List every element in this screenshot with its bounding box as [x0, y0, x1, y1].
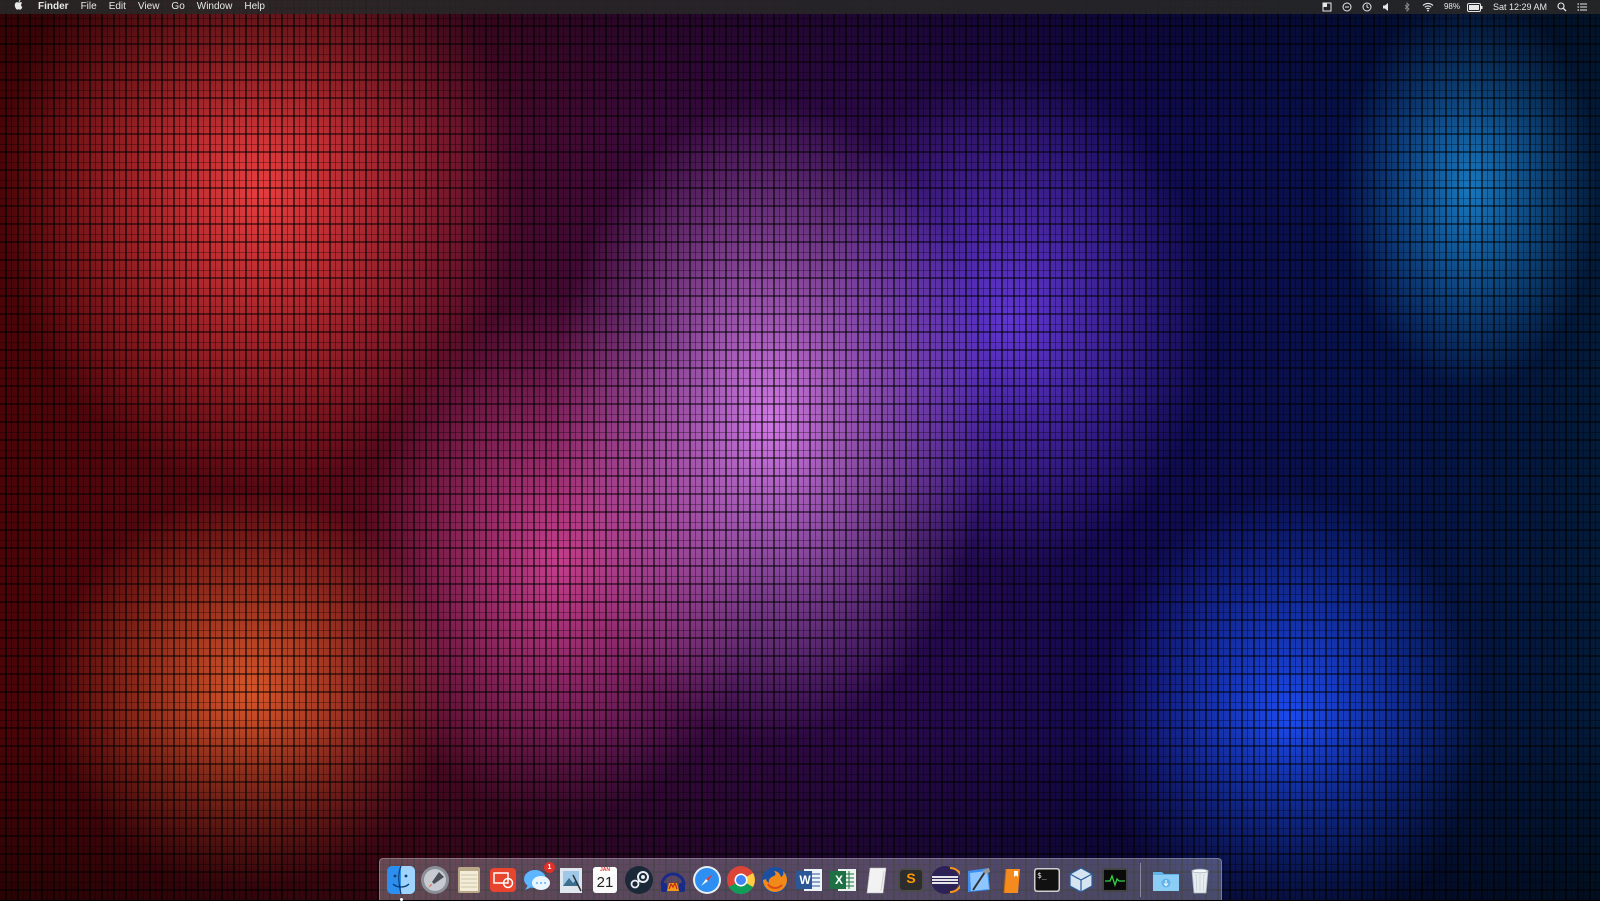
- dock-calendar[interactable]: JAN 21: [589, 864, 621, 896]
- dock-sublime-text[interactable]: S: [895, 864, 927, 896]
- desktop-wallpaper[interactable]: [0, 0, 1600, 900]
- time-machine-icon[interactable]: [1357, 2, 1377, 12]
- safari-icon: [693, 865, 721, 894]
- menu-edit[interactable]: Edit: [103, 0, 132, 14]
- dock-word[interactable]: W: [793, 864, 825, 896]
- bluetooth-icon[interactable]: [1397, 2, 1417, 12]
- menu-bar-left: Finder File Edit View Go Window Help: [0, 0, 271, 14]
- dock-remote-desktop[interactable]: [487, 864, 519, 896]
- dock-notes[interactable]: [453, 864, 485, 896]
- word-letter: W: [799, 872, 811, 887]
- dock-ibooks[interactable]: [997, 864, 1029, 896]
- menu-bar-status: 98% Sat 12:29 AM: [1317, 0, 1600, 14]
- eclipse-icon: [931, 865, 960, 894]
- notification-center-icon[interactable]: [1572, 2, 1592, 12]
- excel-letter: X: [834, 872, 843, 887]
- menu-view[interactable]: View: [132, 0, 166, 14]
- dock-activity-monitor[interactable]: [1099, 864, 1131, 896]
- dock-terminal[interactable]: $_: [1031, 864, 1063, 896]
- do-not-disturb-icon[interactable]: [1337, 2, 1357, 12]
- launchpad-icon: [421, 865, 449, 894]
- volume-icon[interactable]: [1377, 2, 1397, 12]
- apple-menu-icon[interactable]: [10, 0, 32, 15]
- dock-eclipse[interactable]: [929, 864, 961, 896]
- paper-icon: [866, 867, 887, 893]
- calendar-month: JAN: [599, 866, 610, 873]
- messages-badge: 1: [544, 861, 555, 873]
- dock-firefox[interactable]: [759, 864, 791, 896]
- dock-finder[interactable]: [385, 864, 417, 901]
- dock-downloads[interactable]: [1150, 864, 1182, 896]
- dock-preview[interactable]: [555, 864, 587, 896]
- running-indicator: [400, 897, 403, 901]
- menu-file[interactable]: File: [75, 0, 103, 14]
- activity-monitor-icon: [1102, 867, 1128, 892]
- remote-desktop-icon: [490, 867, 516, 892]
- sublime-letter: S: [906, 869, 916, 886]
- menu-clock[interactable]: Sat 12:29 AM: [1488, 0, 1552, 14]
- dock: 1 JAN 21 W X S $_: [379, 858, 1222, 901]
- chrome-icon: [727, 865, 755, 894]
- dock-virtualbox[interactable]: [1065, 864, 1097, 896]
- terminal-prompt: $_: [1037, 870, 1047, 880]
- battery-icon[interactable]: [1462, 2, 1488, 12]
- headphones-icon: [660, 872, 686, 892]
- battery-percent[interactable]: 98%: [1439, 0, 1462, 14]
- wifi-icon[interactable]: [1417, 2, 1439, 12]
- dock-separator: [1140, 862, 1141, 897]
- terminal-icon: [1034, 867, 1060, 892]
- dock-chrome[interactable]: [725, 864, 757, 896]
- dock-audio-app[interactable]: [657, 864, 689, 896]
- dock-excel[interactable]: X: [827, 864, 859, 896]
- menu-help[interactable]: Help: [238, 0, 271, 14]
- dock-safari[interactable]: [691, 864, 723, 896]
- wallpaper-vignette: [0, 0, 1600, 900]
- screen-share-icon[interactable]: [1317, 2, 1337, 12]
- dock-trash[interactable]: [1184, 864, 1216, 896]
- menu-window[interactable]: Window: [191, 0, 239, 14]
- menu-app-name[interactable]: Finder: [32, 0, 75, 14]
- menu-go[interactable]: Go: [165, 0, 190, 14]
- dock-messages[interactable]: 1: [521, 861, 555, 896]
- steam-icon: [625, 865, 653, 894]
- dock-text-editor[interactable]: [861, 864, 893, 896]
- preview-icon: [560, 867, 582, 893]
- dock-xcode[interactable]: [963, 864, 995, 896]
- dock-steam[interactable]: [623, 864, 655, 896]
- virtualbox-icon: [1069, 866, 1093, 893]
- firefox-icon: [762, 866, 788, 893]
- finder-icon: [387, 865, 415, 894]
- spotlight-search-icon[interactable]: [1552, 2, 1572, 12]
- calendar-day: 21: [596, 873, 614, 891]
- trash-icon: [1191, 868, 1209, 893]
- xcode-icon: [968, 867, 990, 892]
- menu-bar: Finder File Edit View Go Window Help 98%…: [0, 0, 1600, 14]
- notes-icon: [458, 866, 480, 893]
- dock-launchpad[interactable]: [419, 864, 451, 896]
- ibooks-icon: [1003, 868, 1020, 893]
- downloads-folder-icon: [1153, 871, 1179, 891]
